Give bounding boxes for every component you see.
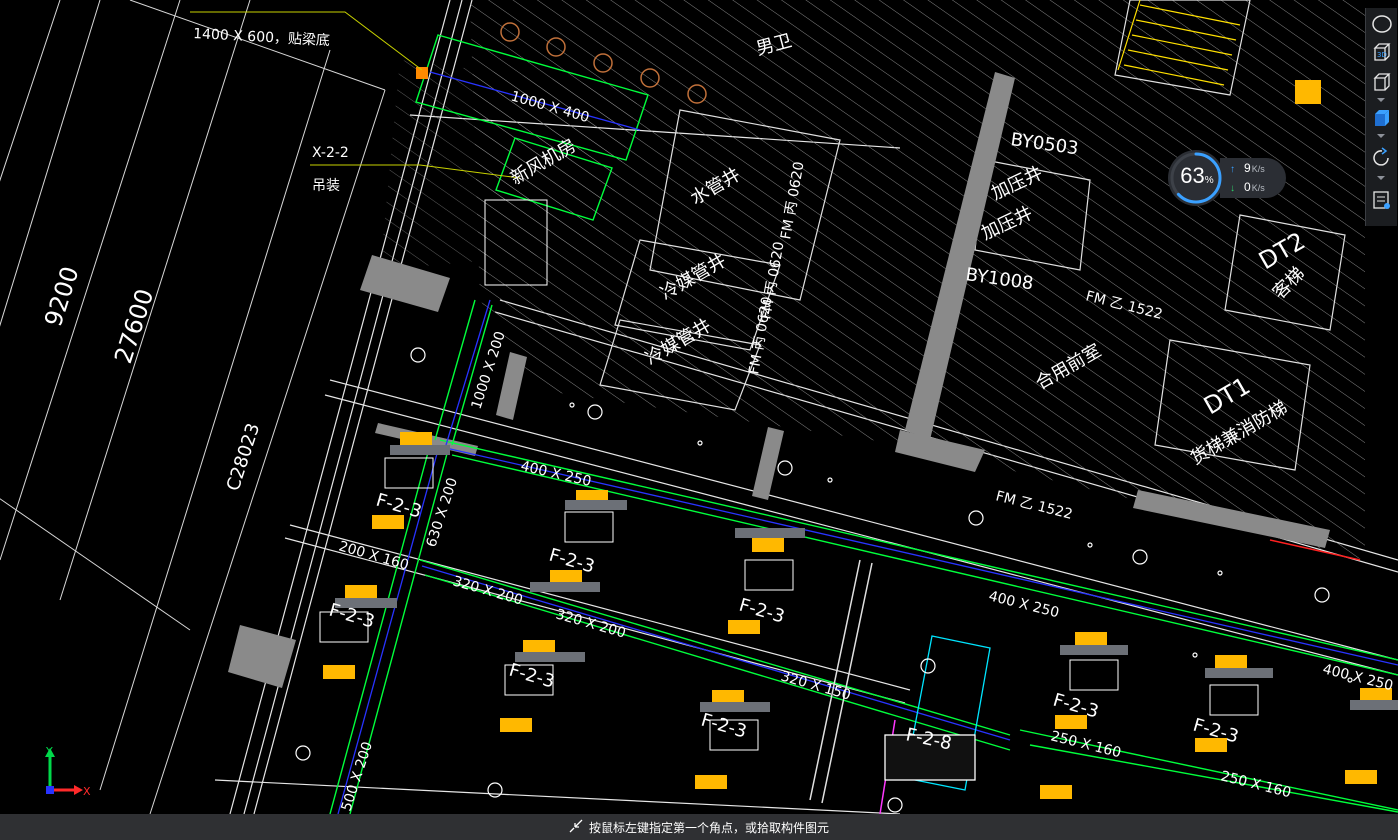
dim-9200: 9200 bbox=[39, 263, 85, 330]
chevron-down-icon[interactable] bbox=[1377, 176, 1385, 180]
duct-label: 200 X 160 bbox=[337, 538, 411, 573]
note-x22: X-2-2 bbox=[312, 145, 349, 161]
rotate-icon[interactable] bbox=[1370, 146, 1394, 170]
properties-icon[interactable] bbox=[1370, 188, 1394, 212]
duct-label: 250 X 160 bbox=[1219, 768, 1293, 801]
duct-label: 500 X 200 bbox=[339, 740, 376, 813]
usage-percent: 63% bbox=[1180, 163, 1214, 188]
box-view-filled-icon[interactable] bbox=[1370, 106, 1394, 130]
svg-text:3D: 3D bbox=[1377, 51, 1387, 59]
status-message: 按鼠标左键指定第一个角点，或拾取构件图元 bbox=[588, 820, 829, 835]
upload-unit: K/s bbox=[1251, 164, 1265, 174]
command-status-bar: 按鼠标左键指定第一个角点，或拾取构件图元 bbox=[0, 814, 1398, 840]
download-rate: ↓ 0K/s bbox=[1230, 180, 1265, 194]
duct-label: 400 X 250 bbox=[519, 458, 593, 490]
dimension-lines bbox=[0, 0, 386, 814]
view-cube-icon[interactable] bbox=[1370, 12, 1394, 36]
floor-plan-drawing[interactable]: 9200 27600 C28023 1400 X 600，贴梁底 X-2-2 吊… bbox=[0, 0, 1398, 814]
download-value: 0 bbox=[1244, 180, 1251, 194]
upload-rate: ↑ 9K/s bbox=[1230, 161, 1265, 175]
axis-x-label: X bbox=[83, 785, 91, 798]
dim-column: C28023 bbox=[223, 421, 265, 494]
note-hanger: 吊装 bbox=[312, 178, 340, 194]
note-top: 1400 X 600，贴梁底 bbox=[193, 26, 330, 49]
download-unit: K/s bbox=[1251, 183, 1265, 193]
duct-label: 320 X 150 bbox=[779, 668, 853, 703]
upload-value: 9 bbox=[1244, 161, 1251, 175]
3d-view-icon[interactable]: 3D bbox=[1370, 40, 1394, 64]
fancoil-tag: F-2-3 bbox=[699, 710, 749, 743]
duct-label: 630 X 200 bbox=[424, 476, 461, 549]
arrow-up-icon: ↑ bbox=[1230, 164, 1235, 175]
axis-y-label: Y bbox=[45, 745, 53, 758]
view-toolbar: 3D bbox=[1365, 8, 1397, 226]
dim-27600: 27600 bbox=[109, 286, 159, 367]
network-rates: ↑ 9K/s ↓ 0K/s bbox=[1220, 158, 1286, 198]
box-view-icon[interactable] bbox=[1370, 70, 1394, 94]
select-corner-icon bbox=[569, 819, 583, 836]
network-monitor[interactable]: ↑ 9K/s ↓ 0K/s 63% bbox=[1168, 150, 1288, 206]
duct-label: 320 X 200 bbox=[451, 573, 525, 608]
chevron-down-icon[interactable] bbox=[1377, 134, 1385, 138]
arrow-down-icon: ↓ bbox=[1230, 183, 1235, 194]
chevron-down-icon[interactable] bbox=[1377, 98, 1385, 102]
ucs-axis-indicator: Y X bbox=[40, 745, 100, 800]
cad-canvas[interactable]: 9200 27600 C28023 1400 X 600，贴梁底 X-2-2 吊… bbox=[0, 0, 1398, 840]
duct-label: 250 X 160 bbox=[1049, 728, 1123, 761]
room-label: FM 乙 1522 bbox=[994, 488, 1074, 523]
